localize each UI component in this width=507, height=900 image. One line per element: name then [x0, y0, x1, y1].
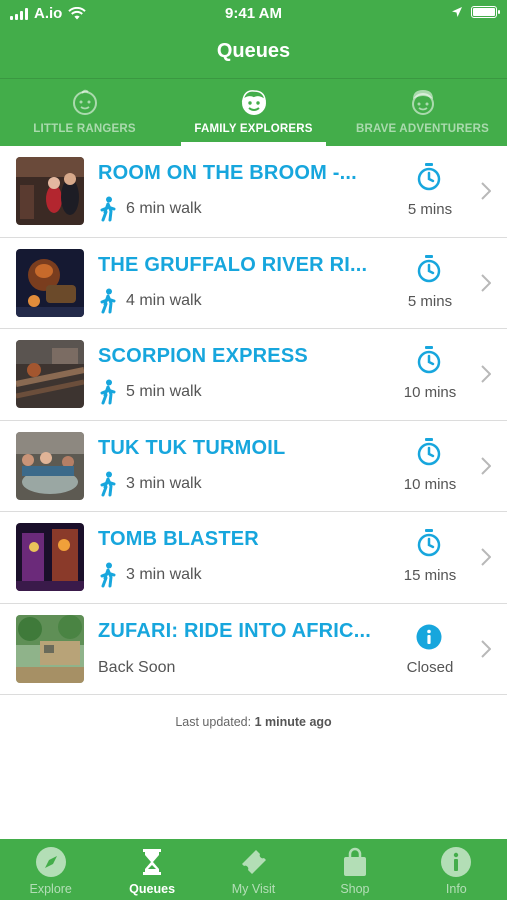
nav-explore[interactable]: Explore	[0, 839, 101, 900]
adventurer-face-icon	[411, 90, 434, 115]
ride-thumbnail	[16, 431, 84, 500]
ride-name: SCORPION EXPRESS	[98, 345, 308, 367]
ride-name: TUK TUK TURMOIL	[98, 436, 286, 459]
tab-little-rangers[interactable]: LITTLE RANGERS	[0, 79, 169, 146]
status-bar: A.io 9:41 AM	[0, 0, 507, 28]
ride-thumbnail	[16, 248, 84, 317]
hourglass-icon	[143, 849, 162, 875]
stopwatch-icon	[417, 437, 441, 465]
wait-time: 15 mins	[403, 567, 457, 584]
wait-time: 5 mins	[407, 292, 453, 310]
tab-label: FAMILY EXPLORERS	[194, 123, 313, 135]
wait-time: 5 mins	[407, 201, 453, 218]
stopwatch-icon	[417, 254, 441, 282]
walking-person-icon	[100, 471, 116, 496]
queue-list: ROOM ON THE BROOM -... 6 min walk 5 mins	[0, 146, 507, 695]
ride-thumbnail	[16, 157, 84, 225]
app-header: A.io 9:41 AM Queues LITTLE RANGERS FAMIL…	[0, 0, 507, 146]
nav-shop[interactable]: Shop	[304, 839, 405, 900]
ride-row[interactable]: ZUFARI: RIDE INTO AFRIC... Back Soon Clo…	[0, 604, 507, 695]
age-group-tabs: LITTLE RANGERS FAMILY EXPLORERS BRAVE AD…	[0, 79, 507, 146]
chevron-right-icon	[481, 365, 491, 383]
nav-queues[interactable]: Queues	[101, 839, 202, 900]
wait-time: 10 mins	[403, 384, 457, 401]
compass-icon	[35, 847, 66, 877]
child-face-icon	[72, 89, 97, 115]
nav-label: My Visit	[231, 882, 276, 896]
info-circle-icon	[441, 847, 472, 877]
walking-person-icon	[100, 562, 116, 588]
walking-person-icon	[100, 196, 116, 222]
nav-label: Info	[445, 882, 467, 896]
page-title: Queues	[216, 40, 291, 62]
ride-row[interactable]: ROOM ON THE BROOM -... 6 min walk 5 mins	[0, 146, 507, 238]
ride-name: THE GRUFFALO RIVER RI...	[98, 253, 368, 276]
ride-row[interactable]: THE GRUFFALO RIVER RI... 4 min walk 5 mi…	[0, 238, 507, 329]
walk-time: 3 min walk	[126, 474, 202, 492]
chevron-right-icon	[481, 456, 491, 475]
tab-family-explorers[interactable]: FAMILY EXPLORERS	[169, 79, 338, 146]
walking-person-icon	[100, 288, 116, 313]
bottom-nav: Explore Queues My Visit Shop Info	[0, 839, 507, 900]
nav-info[interactable]: Info	[406, 839, 507, 900]
family-face-icon	[241, 90, 266, 115]
tab-label: LITTLE RANGERS	[33, 123, 136, 135]
walk-time: 5 min walk	[126, 383, 202, 400]
walk-info: 3 min walk	[98, 471, 202, 497]
ride-thumbnail	[16, 340, 84, 408]
status-text: Back Soon	[98, 658, 176, 676]
walk-info: 5 min walk	[98, 379, 202, 405]
stopwatch-icon	[417, 529, 441, 557]
tab-label: BRAVE ADVENTURERS	[355, 123, 490, 135]
chevron-right-icon	[481, 182, 491, 200]
wait-time: Closed	[406, 658, 454, 676]
nav-my-visit[interactable]: My Visit	[203, 839, 304, 900]
shopping-bag-icon	[343, 847, 366, 876]
walk-time: 6 min walk	[126, 200, 202, 217]
walking-person-icon	[100, 379, 116, 405]
tab-brave-adventurers[interactable]: BRAVE ADVENTURERS	[338, 79, 507, 146]
walk-time: 3 min walk	[126, 566, 202, 583]
ride-row[interactable]: SCORPION EXPRESS 5 min walk 10 mins	[0, 329, 507, 421]
ride-row[interactable]: TOMB BLASTER 3 min walk 15 mins	[0, 512, 507, 604]
info-icon	[416, 624, 442, 649]
walk-info: 6 min walk	[98, 196, 202, 222]
ride-name: ROOM ON THE BROOM -...	[98, 162, 357, 184]
location-arrow-icon	[452, 7, 462, 17]
battery-icon	[471, 6, 500, 18]
wait-time: 10 mins	[403, 475, 457, 493]
walk-time: 4 min walk	[126, 291, 202, 309]
ticket-icon	[241, 850, 266, 874]
ride-name: TOMB BLASTER	[98, 528, 259, 550]
walk-info: 3 min walk	[98, 562, 202, 588]
last-updated-label: Last updated:	[175, 715, 252, 729]
last-updated: Last updated: 1 minute ago	[0, 715, 507, 729]
nav-label: Queues	[129, 882, 176, 896]
stopwatch-icon	[417, 346, 441, 374]
chevron-right-icon	[481, 548, 491, 566]
ride-row[interactable]: TUK TUK TURMOIL 3 min walk 10 mins	[0, 421, 507, 512]
ride-thumbnail	[16, 614, 84, 683]
chevron-right-icon	[481, 273, 491, 292]
nav-label: Shop	[340, 882, 370, 896]
chevron-right-icon	[481, 639, 491, 658]
ride-name: ZUFARI: RIDE INTO AFRIC...	[98, 619, 371, 642]
ride-thumbnail	[16, 523, 84, 591]
last-updated-value: 1 minute ago	[254, 715, 332, 729]
status-time: 9:41 AM	[225, 5, 282, 22]
walk-info: 4 min walk	[98, 288, 202, 314]
stopwatch-icon	[417, 163, 441, 191]
nav-label: Explore	[29, 882, 72, 896]
